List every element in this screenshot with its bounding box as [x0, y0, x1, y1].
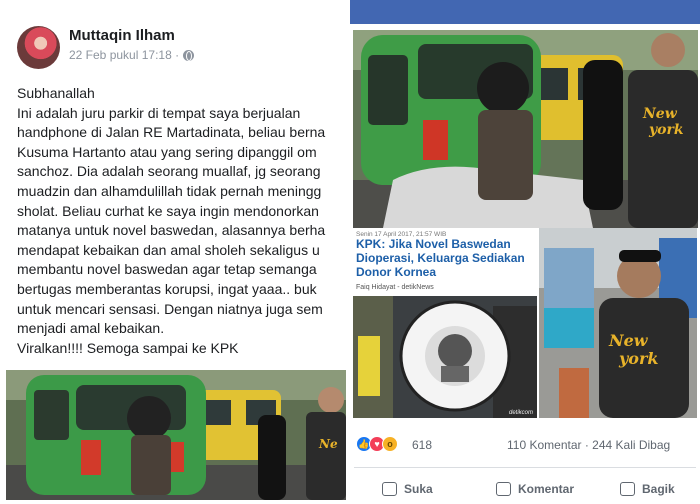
- author-avatar[interactable]: [17, 26, 60, 69]
- reactions-bar: 👍 ♥ o 618 110 Komentar · 244 Kali Dibag: [350, 430, 700, 460]
- protest-poster-image: [353, 296, 537, 418]
- comments-shares-count[interactable]: 110 Komentar · 244 Kali Dibag: [507, 438, 670, 452]
- parking-attendant-image: New york: [353, 30, 698, 228]
- post-line: sholat. Beliau curhat ke saya ingin mend…: [17, 202, 319, 219]
- news-article-card[interactable]: Senin 17 April 2017, 21:57 WIB KPK: Jika…: [353, 228, 537, 418]
- facebook-top-bar: [350, 0, 700, 32]
- news-headline-line: Donor Kornea: [356, 265, 437, 279]
- like-label: Suka: [404, 482, 433, 496]
- actions-divider: [354, 467, 696, 468]
- post-line: menjadi amal kebaikan.: [17, 320, 165, 337]
- svg-text:New: New: [608, 331, 649, 350]
- post-timestamp[interactable]: 22 Feb pukul 17:18 ·: [69, 48, 179, 62]
- attendant-seated-image: New york: [539, 228, 697, 418]
- photo-attendant-seated[interactable]: New york: [539, 228, 697, 418]
- post-line: membantu novel baswedan agar tetap seman…: [17, 261, 317, 278]
- thumbs-up-icon: [382, 482, 397, 496]
- news-author: Faiq Hidayat - detikNews: [356, 284, 434, 291]
- post-line: mendapat kebaikan dan amal sholeh sekali…: [17, 241, 320, 258]
- post-actions: Suka Komentar Bagik: [350, 478, 700, 504]
- reaction-icons[interactable]: 👍 ♥ o: [356, 436, 398, 452]
- svg-text:york: york: [648, 122, 684, 138]
- wow-reaction-icon: o: [382, 436, 398, 452]
- comment-label: Komentar: [518, 482, 575, 496]
- facebook-post: Muttaqin Ilham 22 Feb pukul 17:18 · Subh…: [0, 0, 350, 504]
- svg-text:New: New: [642, 106, 678, 122]
- news-credit: detikcom: [508, 410, 533, 416]
- comment-button[interactable]: Komentar: [496, 482, 574, 496]
- news-headline-line: KPK: Jika Novel Baswedan: [356, 237, 511, 251]
- author-name[interactable]: Muttaqin Ilham: [69, 27, 175, 44]
- comment-icon: [496, 482, 511, 496]
- post-line: untuk mencari sensasi. Dengan niatnya ju…: [17, 300, 323, 317]
- share-button[interactable]: Bagik: [620, 482, 675, 496]
- post-line: sanchoz. Dia adalah seorang muallaf, jg …: [17, 163, 321, 180]
- post-line: Viralkan!!!! Semoga sampai ke KPK: [17, 339, 239, 356]
- post-line: matanya untuk novel baswedan, alasannya …: [17, 222, 326, 239]
- post-line: Subhanallah: [17, 85, 95, 101]
- reaction-count[interactable]: 618: [412, 438, 432, 452]
- collage-right: New york Senin 17 April 2017, 21:57 WIB …: [350, 0, 700, 504]
- globe-icon: [183, 49, 195, 61]
- news-photo-poster: detikcom: [353, 296, 537, 418]
- post-line: Ini adalah juru parkir di tempat saya be…: [17, 104, 301, 121]
- street-scene-image: Ne: [6, 370, 346, 500]
- post-body: Subhanallah Ini adalah juru parkir di te…: [17, 84, 350, 358]
- svg-text:york: york: [618, 349, 658, 368]
- like-button[interactable]: Suka: [382, 482, 433, 496]
- post-line: Kusuma Hartanto atau yang sering dipangg…: [17, 143, 317, 160]
- post-line: bertugas memberantas korupsi, ingat yaaa…: [17, 280, 317, 297]
- share-icon: [620, 482, 635, 496]
- share-label: Bagik: [642, 482, 675, 496]
- news-headline[interactable]: KPK: Jika Novel Baswedan Dioperasi, Kelu…: [356, 237, 537, 279]
- news-headline-line: Dioperasi, Keluarga Sediakan: [356, 251, 525, 265]
- post-line: muadzin dan alhamdulillah tidak pernah m…: [17, 182, 322, 199]
- post-line: handphone di Jalan RE Martadinata, belia…: [17, 124, 326, 141]
- svg-text:Ne: Ne: [318, 437, 338, 451]
- photo-parking-attendant[interactable]: New york: [353, 30, 698, 228]
- post-meta: 22 Feb pukul 17:18 ·: [69, 48, 195, 62]
- post-photo-parking[interactable]: Ne: [6, 370, 346, 500]
